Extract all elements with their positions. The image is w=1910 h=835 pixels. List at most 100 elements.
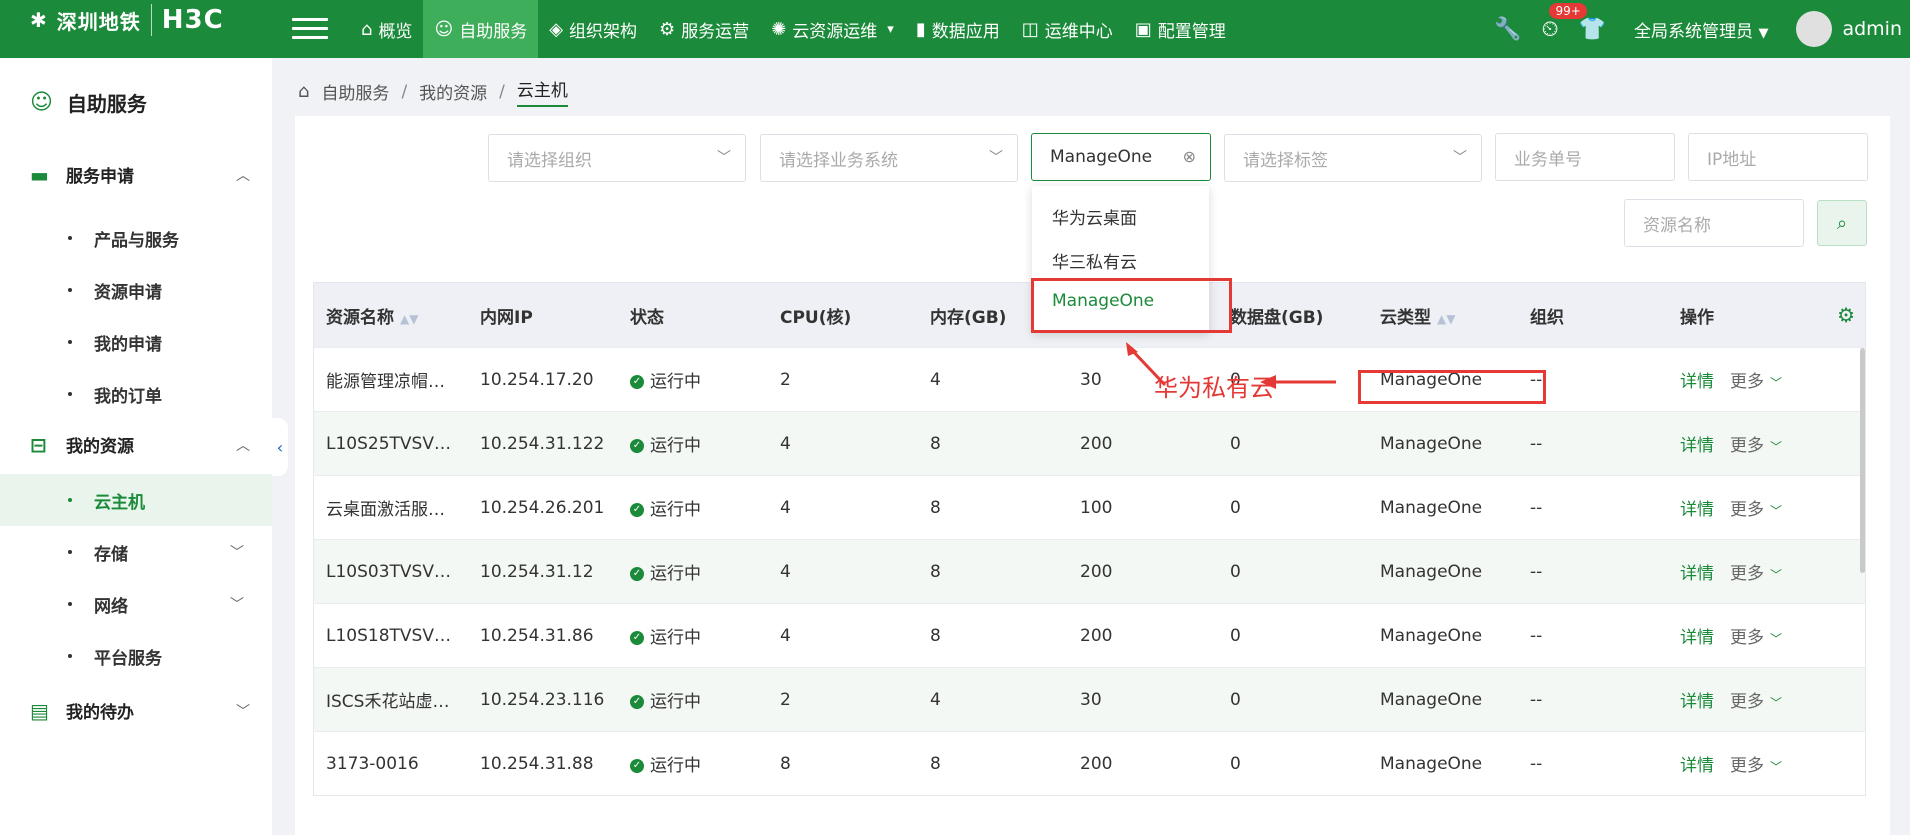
task-clock-icon[interactable]: ⏲ 99+ — [1541, 2, 1587, 42]
table-cell: -- — [1530, 497, 1543, 518]
more-dropdown[interactable]: 更多 ﹀ — [1730, 436, 1782, 456]
more-dropdown[interactable]: 更多 ﹀ — [1730, 372, 1782, 392]
more-dropdown[interactable]: 更多 ﹀ — [1730, 692, 1782, 712]
check-circle-icon: ✓ — [630, 695, 644, 709]
check-circle-icon: ✓ — [630, 567, 644, 581]
header-tools: 🔧 ⏲ 99+ 👕 全局系统管理员 ▼ admin — [1484, 0, 1910, 58]
home-icon[interactable]: ⌂ — [298, 81, 309, 102]
menu-toggle-icon[interactable] — [292, 10, 328, 46]
detail-link[interactable]: 详情 — [1680, 564, 1714, 584]
cloud-type-select[interactable]: ManageOne ⊗ — [1031, 133, 1211, 181]
table-cell: 10.254.31.12 — [480, 561, 594, 582]
sidebar-item-my-apply[interactable]: 我的申请 — [0, 316, 272, 368]
username[interactable]: admin — [1842, 18, 1902, 40]
table-row[interactable]: L10S18TVSV… 10.254.31.86 ✓ 运行中 4 8 200 0 ManageO… — [314, 603, 1865, 667]
sidebar-group-my-resources[interactable]: ⊟ 我的资源 ︿ — [30, 432, 250, 458]
search-button[interactable]: ⌕ — [1817, 200, 1867, 246]
detail-link[interactable]: 详情 — [1680, 756, 1714, 776]
more-dropdown[interactable]: 更多 ﹀ — [1730, 628, 1782, 648]
table-cell: 2 — [780, 369, 791, 390]
sidebar-item-storage[interactable]: 存储 ﹀ — [0, 526, 272, 578]
nav-item-config[interactable]: ▣ 配置管理 — [1124, 0, 1237, 58]
detail-link[interactable]: 详情 — [1680, 500, 1714, 520]
resource-name-input[interactable]: 资源名称 — [1624, 199, 1804, 247]
chevron-down-icon: ﹀ — [1770, 696, 1783, 710]
detail-link[interactable]: 详情 — [1680, 436, 1714, 456]
detail-link[interactable]: 详情 — [1680, 628, 1714, 648]
logo-brand: H3C — [161, 5, 224, 35]
check-circle-icon: ✓ — [630, 439, 644, 453]
table-row[interactable]: 3173-0016 10.254.31.88 ✓ 运行中 8 8 200 0 ManageOne… — [314, 731, 1865, 795]
chevron-up-icon: ︿ — [236, 167, 250, 184]
logo-text-cn: 深圳地铁 — [56, 9, 141, 34]
table-cell: 10.254.31.86 — [480, 625, 594, 646]
row-actions: 详情 更多 ﹀ — [1680, 751, 1782, 776]
table-cell: 能源管理凉帽… — [326, 372, 445, 392]
nav-item-data-app[interactable]: ▮ 数据应用 — [905, 0, 1011, 58]
sidebar-collapse-toggle[interactable]: ‹ — [272, 418, 288, 476]
nav-item-service-ops[interactable]: ⚙ 服务运营 — [648, 0, 760, 58]
table-cell: 8 — [930, 753, 941, 774]
breadcrumb-item[interactable]: 我的资源 — [419, 79, 487, 104]
nav-item-overview[interactable]: ⌂ 概览 — [350, 0, 423, 58]
table-row[interactable]: ISCS禾花站虚… 10.254.23.116 ✓ 运行中 2 4 30 0 ManageOne… — [314, 667, 1865, 731]
table-row[interactable]: 能源管理凉帽… 10.254.17.20 ✓ 运行中 2 4 30 0 ManageOne -- 详… — [314, 347, 1865, 411]
col-data-disk: 数据盘(GB) — [1230, 307, 1324, 328]
order-number-input[interactable]: 业务单号 — [1495, 133, 1675, 181]
sidebar-item-cloud-host[interactable]: 云主机 — [0, 474, 272, 526]
dropdown-option-h3c-private-cloud[interactable]: 华三私有云 — [1052, 248, 1137, 273]
table-cell: 3173-0016 — [326, 753, 419, 774]
detail-link[interactable]: 详情 — [1680, 372, 1714, 392]
table-row[interactable]: 云桌面激活服… 10.254.26.201 ✓ 运行中 4 8 100 0 ManageOne -… — [314, 475, 1865, 539]
col-memory: 内存(GB) — [930, 307, 1007, 328]
ip-address-input[interactable]: IP地址 — [1688, 133, 1868, 181]
nav-item-ops-center[interactable]: ◫ 运维中心 — [1011, 0, 1124, 58]
table-cell: 200 — [1080, 433, 1113, 454]
wrench-icon[interactable]: 🔧 — [1494, 17, 1521, 42]
sidebar-item-products[interactable]: 产品与服务 — [0, 212, 272, 264]
sidebar-group-service-request[interactable]: ▬ 服务申请 ︿ — [30, 162, 250, 188]
status-badge: ✓ 运行中 — [630, 367, 701, 392]
table-cell: ManageOne — [1380, 433, 1483, 454]
table-cell: ManageOne — [1380, 497, 1483, 518]
sidebar-item-network[interactable]: 网络 ﹀ — [0, 578, 272, 630]
sidebar-item-my-orders[interactable]: 我的订单 — [0, 368, 272, 420]
nav-item-cloud-ops[interactable]: ✺ 云资源运维 ▾ — [760, 0, 905, 58]
sort-icon[interactable]: ▲▼ — [1437, 312, 1455, 326]
breadcrumb-item[interactable]: 自助服务 — [321, 79, 389, 104]
org-select[interactable]: 请选择组织 ﹀ — [488, 134, 746, 182]
detail-link[interactable]: 详情 — [1680, 692, 1714, 712]
nav-item-org[interactable]: ◈ 组织架构 — [538, 0, 648, 58]
check-circle-icon: ✓ — [630, 375, 644, 389]
check-circle-icon: ✓ — [630, 503, 644, 517]
nav-item-self-service[interactable]: ☺ 自助服务 — [423, 0, 539, 58]
avatar[interactable] — [1796, 11, 1833, 47]
dropdown-option-huawei-desktop[interactable]: 华为云桌面 — [1052, 204, 1137, 229]
table-cell: -- — [1530, 561, 1543, 582]
more-dropdown[interactable]: 更多 ﹀ — [1730, 564, 1782, 584]
business-system-select[interactable]: 请选择业务系统 ﹀ — [760, 134, 1018, 182]
clear-icon[interactable]: ⊗ — [1183, 147, 1196, 166]
chevron-down-icon: ﹀ — [230, 545, 244, 561]
shirt-icon[interactable]: 👕 — [1579, 17, 1606, 42]
table-cell: 0 — [1230, 497, 1241, 518]
row-actions: 详情 更多 ﹀ — [1680, 623, 1782, 648]
role-selector[interactable]: 全局系统管理员 ▼ — [1634, 17, 1768, 42]
col-resource-name[interactable]: 资源名称 ▲▼ — [326, 303, 418, 328]
table-scrollbar[interactable] — [1860, 348, 1865, 573]
search-icon: ⌕ — [1836, 212, 1848, 234]
more-dropdown[interactable]: 更多 ﹀ — [1730, 756, 1782, 776]
table-cell: 4 — [780, 561, 791, 582]
table-row[interactable]: L10S25TVSV… 10.254.31.122 ✓ 运行中 4 8 200 0 Manage… — [314, 411, 1865, 475]
chevron-down-icon: ﹀ — [1770, 376, 1783, 390]
sort-icon[interactable]: ▲▼ — [400, 312, 418, 326]
table-row[interactable]: L10S03TVSV… 10.254.31.12 ✓ 运行中 4 8 200 0 ManageO… — [314, 539, 1865, 603]
sidebar-item-resource-apply[interactable]: 资源申请 — [0, 264, 272, 316]
column-settings-gear-icon[interactable]: ⚙ — [1837, 303, 1855, 327]
sidebar-group-my-todo[interactable]: ▤ 我的待办 ﹀ — [30, 698, 250, 724]
col-cloud-type[interactable]: 云类型 ▲▼ — [1380, 303, 1455, 328]
more-dropdown[interactable]: 更多 ﹀ — [1730, 500, 1782, 520]
tag-select[interactable]: 请选择标签 ﹀ — [1224, 134, 1482, 182]
sidebar-item-platform[interactable]: 平台服务 — [0, 630, 272, 682]
table-cell: -- — [1530, 433, 1543, 454]
